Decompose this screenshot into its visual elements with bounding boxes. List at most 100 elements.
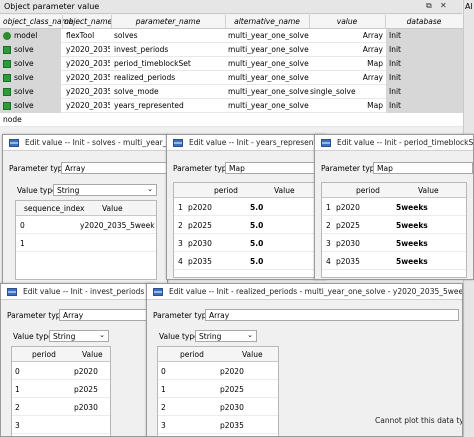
window-app-icon: [321, 139, 331, 147]
close-icon[interactable]: ✕: [440, 1, 447, 10]
table-new-row[interactable]: node: [0, 113, 463, 127]
cell-row-number: 2: [326, 221, 331, 230]
cell-alternative: multi_year_one_solve: [228, 87, 309, 96]
cell-key: p2030: [188, 239, 212, 248]
grid-row[interactable]: 3 p2030 5weeks: [322, 234, 466, 252]
table-row[interactable]: model flexTool solves multi_year_one_sol…: [0, 29, 463, 43]
col-value[interactable]: value: [310, 17, 384, 26]
cell-value: p2025: [74, 385, 98, 394]
cell-key: p2035: [188, 257, 212, 266]
parameter-type-select[interactable]: Array: [59, 309, 155, 321]
column-header: period: [356, 186, 380, 195]
cell-index: 3: [161, 421, 166, 430]
parameter-type-select[interactable]: Map: [373, 162, 473, 174]
chevron-down-icon: ⌄: [147, 185, 153, 193]
cell-value: p2020: [74, 367, 98, 376]
parameter-type-label: Parameter type: [9, 164, 68, 173]
cell-row-number: 3: [326, 239, 331, 248]
grid-row[interactable]: 2 p2025 5.0: [174, 216, 322, 234]
cell-parameter: realized_periods: [114, 73, 176, 82]
grid-row[interactable]: 1 p2020 5weeks: [322, 198, 466, 216]
value-type-select[interactable]: String ⌄: [49, 330, 109, 342]
edit-value-window-years-represented[interactable]: Edit value -- Init - years_represented -…: [166, 134, 326, 280]
parameter-type-value: Array: [63, 311, 84, 320]
col-object-name[interactable]: object_name: [64, 17, 112, 26]
cell-index: 1: [15, 385, 20, 394]
grid-row[interactable]: 4 p2035 5.0: [174, 252, 322, 270]
cell-row-number: 4: [178, 257, 183, 266]
cell-value: Array: [362, 31, 383, 40]
table-row[interactable]: solve y2020_2035... solve_mode multi_yea…: [0, 85, 463, 99]
side-tab-label: Al: [465, 2, 473, 11]
edit-value-window-period-timeblockset[interactable]: Edit value -- Init - period_timeblockSet…: [314, 134, 474, 280]
window-title-bar[interactable]: Edit value -- Init - solves - multi_year…: [3, 135, 167, 151]
col-parameter-name[interactable]: parameter_name: [112, 17, 224, 26]
window-title-bar[interactable]: Edit value -- Init - realized_periods - …: [147, 284, 462, 300]
grid-row[interactable]: 2 p2030: [158, 398, 278, 416]
table-row[interactable]: solve y2020_2035... years_represented mu…: [0, 99, 463, 113]
table-row[interactable]: solve y2020_2035... realized_periods mul…: [0, 71, 463, 85]
cell-class: solve: [14, 59, 34, 68]
grid-row[interactable]: 0 p2020: [158, 362, 278, 380]
table-row[interactable]: solve y2020_2035... period_timeblockSet …: [0, 57, 463, 71]
parameter-type-select[interactable]: Map: [225, 162, 325, 174]
cell-key: p2035: [336, 257, 360, 266]
cell-key: p2030: [336, 239, 360, 248]
window-title: Edit value -- Init - invest_periods - mu…: [23, 287, 155, 296]
grid-row[interactable]: 1: [16, 234, 156, 252]
cell-value: 5.0: [250, 239, 264, 248]
grid-row[interactable]: 3 p2035: [158, 416, 278, 434]
cell-key: p2025: [336, 221, 360, 230]
cell-row-number: 1: [326, 203, 331, 212]
cell-database: Init: [389, 31, 401, 40]
grid-row[interactable]: 4 p2035 5weeks: [322, 252, 466, 270]
edit-value-window-solves[interactable]: Edit value -- Init - solves - multi_year…: [2, 134, 168, 284]
value-type-select[interactable]: String ⌄: [195, 330, 257, 342]
grid-row[interactable]: 1 p2025: [158, 380, 278, 398]
cell-row-number: 1: [178, 203, 183, 212]
chevron-down-icon: ⌄: [247, 331, 253, 339]
column-header: sequence_index: [24, 204, 85, 213]
float-icon[interactable]: ⧉: [426, 1, 432, 11]
cell-alternative: multi_year_one_solve: [228, 31, 309, 40]
col-database[interactable]: database: [386, 17, 462, 26]
cell-value: Array: [362, 45, 383, 54]
grid-row[interactable]: 0 p2020: [12, 362, 110, 380]
grid-row[interactable]: 3 p2030 5.0: [174, 234, 322, 252]
grid-row[interactable]: 1 p2025: [12, 380, 110, 398]
value-type-select[interactable]: String ⌄: [53, 184, 157, 196]
grid-row[interactable]: 3: [12, 416, 110, 434]
cell-index: 0: [15, 367, 20, 376]
plot-message: Cannot plot this data type.: [375, 416, 462, 425]
cell-object: y2020_2035...: [66, 87, 110, 96]
table-row[interactable]: solve y2020_2035... invest_periods multi…: [0, 43, 463, 57]
cell-row-number: 2: [178, 221, 183, 230]
parameter-type-label: Parameter type: [7, 311, 66, 320]
parameter-type-select[interactable]: Array: [205, 309, 459, 321]
solve-icon: [3, 88, 11, 96]
col-object-class-name[interactable]: object_class_name: [3, 17, 74, 26]
edit-value-window-realized-periods[interactable]: Edit value -- Init - realized_periods - …: [146, 283, 463, 437]
window-title-bar[interactable]: Edit value -- Init - invest_periods - mu…: [1, 284, 155, 300]
cell-parameter: invest_periods: [114, 45, 169, 54]
col-alternative-name[interactable]: alternative_name: [226, 17, 308, 26]
edit-value-window-invest-periods[interactable]: Edit value -- Init - invest_periods - mu…: [0, 283, 156, 437]
cell-object: y2020_2035...: [66, 73, 110, 82]
value-type-value: String: [199, 332, 222, 341]
parameter-type-select[interactable]: Array: [61, 162, 167, 174]
window-title-bar[interactable]: Edit value -- Init - years_represented -…: [167, 135, 325, 151]
cell-alternative: multi_year_one_solve: [228, 101, 309, 110]
parameter-type-value: Map: [229, 164, 245, 173]
grid-row[interactable]: 2 p2030: [12, 398, 110, 416]
window-title: Edit value -- Init - solves - multi_year…: [25, 138, 167, 147]
grid-row[interactable]: 2 p2025 5weeks: [322, 216, 466, 234]
cell-value: y2020_2035_5week: [80, 221, 155, 230]
column-header: Value: [102, 204, 123, 213]
cell-index: 2: [161, 403, 166, 412]
grid-row[interactable]: 0 y2020_2035_5week: [16, 216, 156, 234]
grid-row[interactable]: 1 p2020 5.0: [174, 198, 322, 216]
window-title-bar[interactable]: Edit value -- Init - period_timeblockSet…: [315, 135, 473, 151]
value-type-value: String: [53, 332, 76, 341]
cell-class: solve: [14, 45, 34, 54]
value-grid: period Value 1 p2020 5.0 2 p2025 5.0 3 p…: [173, 182, 323, 278]
